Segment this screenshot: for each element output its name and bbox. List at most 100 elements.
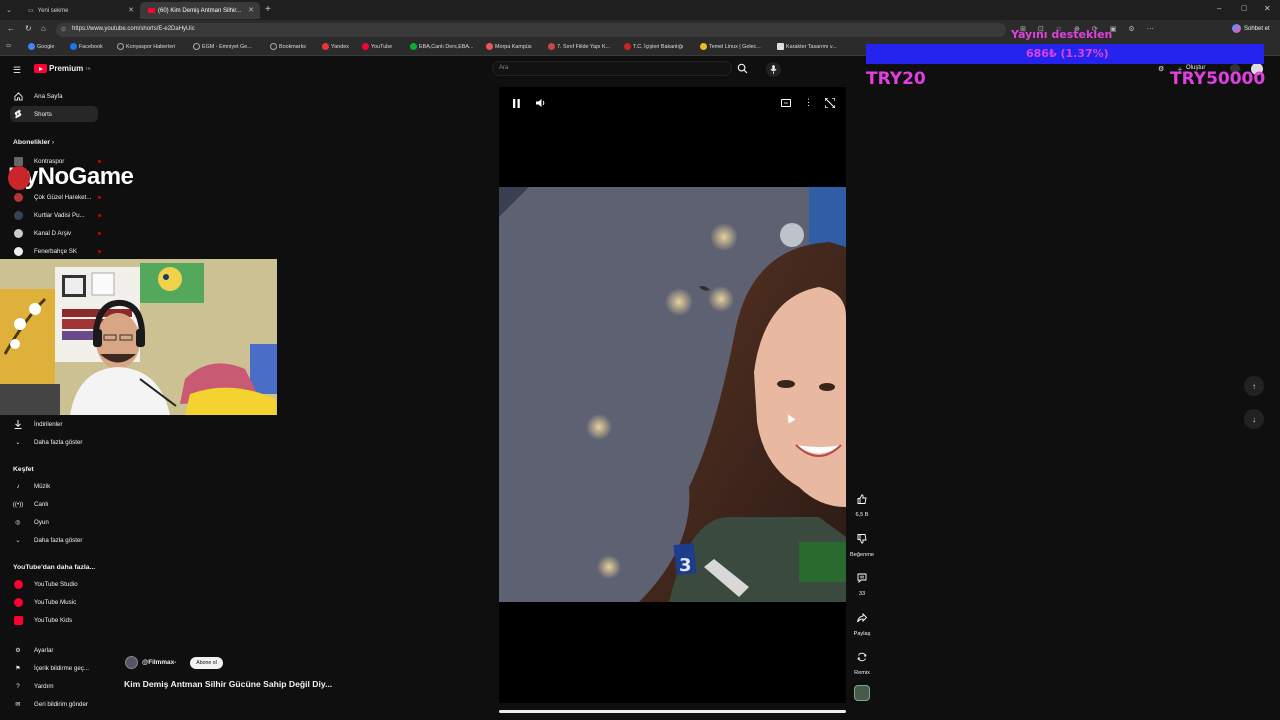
channel-avatar[interactable] [125,656,138,669]
channel-avatar [13,192,23,202]
channel-avatar [13,228,23,238]
bookmark-morpa[interactable]: Morpa Kampüs [486,43,532,50]
close-window-button[interactable]: ✕ [1264,4,1271,13]
subscriptions-header[interactable]: Abonelikler › [13,139,54,146]
sidebar-item-shorts[interactable]: Shorts [10,106,98,122]
fullscreen-icon[interactable] [825,98,835,108]
flag-icon: ⚑ [15,664,21,672]
sidebar-item-music-app[interactable]: YouTube Music [10,594,98,610]
chevron-right-icon: › [51,139,55,146]
tab-new[interactable]: ▭ Yeni sekme ✕ [20,2,140,19]
home-browser-icon[interactable]: ⌂ [41,24,46,33]
bookmark-facebook[interactable]: Facebook [70,43,103,50]
minimize-button[interactable]: – [1217,4,1221,13]
more-vert-icon[interactable]: ⋮ [804,97,813,108]
remix-button[interactable]: Remix [848,648,876,676]
sub-item[interactable]: Fenerbahçe SK [10,243,101,259]
new-tab-button[interactable]: + [265,4,271,15]
sidebar-item-home[interactable]: Ana Sayfa [10,88,98,104]
subscribe-button[interactable]: Abone ol [190,656,223,669]
music-note-icon: ♪ [16,482,20,490]
live-indicator [98,213,101,217]
sidebar-item-gaming[interactable]: ◎ Oyun [10,514,98,530]
voice-search-mic-icon[interactable] [766,62,781,77]
sidebar-show-more[interactable]: ⌄ Daha fazla göster [10,434,98,450]
bookmark-linux[interactable]: Temel Linux | Gelec... [700,43,761,50]
tab-youtube[interactable]: (60) Kim Demiş Antman Silhir... ✕ [140,2,260,19]
url-field[interactable]: ⊙ https://www.youtube.com/shorts/E-e2DaH… [56,23,1006,37]
bookmark-youtube[interactable]: YouTube [362,43,392,50]
live-indicator [98,231,101,235]
extension-icon[interactable]: ⋯ [1147,25,1154,35]
back-arrow-icon[interactable]: ← [7,24,15,33]
shorts-icon [10,109,26,119]
bookmark-egm[interactable]: EGM - Emniyet Ge... [193,43,252,50]
sidebar-show-more[interactable]: ⌄ Daha fazla göster [10,532,98,548]
sidebar-item-studio[interactable]: YouTube Studio [10,576,98,592]
copilot-button[interactable]: Sohbet et [1232,24,1270,33]
sidebar-item-live[interactable]: ((•)) Canlı [10,496,98,512]
bookmark-icisleri[interactable]: T.C. İçişleri Bakanlığı [624,43,683,50]
search-input[interactable]: Ara [492,61,732,76]
donation-goal-label: Yayını desteklen [1011,28,1113,41]
bookmark-yandex[interactable]: Yandex [322,43,349,50]
playback-progress-bar[interactable] [499,710,846,713]
youtube-music-icon [13,597,23,607]
bookmarks-menu-icon[interactable]: ▭ [6,43,11,49]
next-short-button[interactable]: ↓ [1244,409,1264,429]
sub-item[interactable]: Kurtlar Vadisi Pu... [10,207,101,223]
bookmark-eba[interactable]: EBA,Canlı Ders,EBA... [410,43,474,50]
extension-icon[interactable]: ⚙ [1128,25,1134,35]
maximize-button[interactable]: ▢ [1241,4,1248,12]
sidebar-item-music[interactable]: ♪ Müzik [10,478,98,494]
previous-short-button[interactable]: ↑ [1244,376,1264,396]
bookmark-karakter[interactable]: Karakter Tasarımı v... [777,43,837,50]
sidebar-item-help[interactable]: ? Yardım [10,678,98,694]
sidebar-item-label: İçerik bildirme geç... [34,664,90,672]
sidebar-item-downloads[interactable]: İndirilenler [10,416,98,432]
captions-icon[interactable]: cc [781,99,791,107]
audio-track-avatar[interactable] [854,685,870,701]
copilot-label: Sohbet et [1244,25,1270,32]
reload-icon[interactable]: ↻ [25,24,32,33]
tab-close-icon[interactable]: ✕ [128,6,134,14]
logo-text: Premium [49,64,84,73]
tab-close-icon[interactable]: ✕ [248,6,254,14]
sidebar-item-settings[interactable]: ⚙ Ayarlar [10,642,98,658]
sub-label: Kanal D Arşiv [34,229,72,237]
bookmark-sinif[interactable]: 7. Sınıf Fiilde Yapı K... [548,43,610,50]
sub-label: Fenerbahçe SK [34,247,77,255]
bookmark-konyaspor[interactable]: Konyaspor Haberleri [117,43,175,50]
sidebar-item-label: Müzik [34,482,51,490]
sidebar-item-feedback[interactable]: ✉ Geri bildirim gönder [10,696,98,712]
more-from-youtube-header: YouTube'dan daha fazla... [13,564,96,571]
bookmark-google[interactable]: Google [28,43,54,50]
sidebar-item-report[interactable]: ⚑ İçerik bildirme geç... [10,660,98,676]
volume-icon[interactable] [536,98,546,108]
search-icon[interactable] [737,63,748,74]
webcam-feed-image [0,259,277,415]
sub-item[interactable]: Kanal D Arşiv [10,225,101,241]
donation-progress-text: 686₺ (1.37%) [1026,47,1109,60]
pause-icon[interactable] [513,99,520,108]
arrow-down-icon: ↓ [1252,414,1256,424]
dislike-button[interactable]: Beğenme [848,530,876,558]
menu-icon[interactable]: ☰ [13,65,21,76]
sub-item[interactable]: Çok Güzel Hareket... [10,189,101,205]
channel-name[interactable]: @Filmmax- [142,659,176,666]
short-title[interactable]: Kim Demiş Antman Silhir Gücüne Sahip Değ… [124,679,332,689]
bookmark-folder[interactable]: Bookmarks [270,43,306,50]
explore-header: Keşfet [13,466,34,473]
channel-avatar [13,210,23,220]
youtube-kids-icon [13,615,23,625]
site-info-icon[interactable]: ⊙ [61,26,66,33]
cast-icon[interactable]: ⚙ [1158,65,1164,73]
share-button[interactable]: Paylaş [848,609,876,637]
channel-avatar [13,246,23,256]
youtube-logo[interactable]: Premium TR [34,64,91,73]
like-button[interactable]: 6,5 B [848,490,876,518]
sidebar-item-kids[interactable]: YouTube Kids [10,612,98,628]
tab-list-icon[interactable]: ⌄ [6,6,12,14]
shorts-player[interactable]: cc ⋮ 3 [499,87,846,703]
comments-button[interactable]: 33 [848,569,876,597]
